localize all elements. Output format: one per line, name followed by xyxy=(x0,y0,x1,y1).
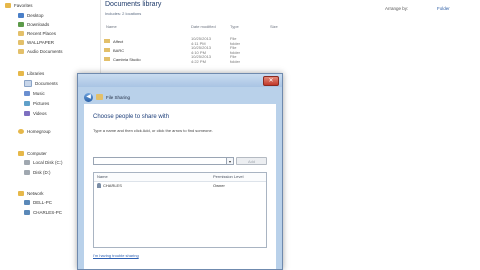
file-row[interactable]: Cambria Studio 10/25/2013 4:22 PM File f… xyxy=(104,54,240,64)
nav-favorites[interactable]: Favorites xyxy=(5,1,33,10)
star-icon xyxy=(5,3,11,8)
libraries-icon xyxy=(18,71,24,76)
column-header-name[interactable]: Name xyxy=(106,24,117,29)
nav-item-label: CHARLES-PC xyxy=(33,210,63,215)
close-icon[interactable]: ✕ xyxy=(263,76,279,86)
nav-network[interactable]: Network xyxy=(18,189,44,198)
recent-places-icon xyxy=(18,31,24,36)
disk-icon xyxy=(24,160,30,165)
arrange-by-dropdown[interactable]: Folder xyxy=(437,6,450,11)
nav-item-label: Documents xyxy=(35,81,58,86)
nav-item-label: Pictures xyxy=(33,101,50,106)
column-header-permission[interactable]: Permission Level xyxy=(213,174,243,179)
nav-item-label: Disk (D:) xyxy=(33,170,51,175)
nav-item-label: DELL-PC xyxy=(33,200,53,205)
nav-libraries-label: Libraries xyxy=(27,71,45,76)
nav-network-label: Network xyxy=(27,191,44,196)
file-type: File folder xyxy=(230,54,241,64)
pictures-icon xyxy=(24,101,30,106)
dialog-body: Choose people to share with Type a name … xyxy=(84,104,276,269)
nav-item-recent-places[interactable]: Recent Places xyxy=(18,29,56,38)
nav-item-label: Videos xyxy=(33,111,47,116)
permissions-table: Name Permission Level CHARLES Owner xyxy=(93,172,267,248)
column-header-type[interactable]: Type xyxy=(230,24,239,29)
nav-item-videos[interactable]: Videos xyxy=(24,109,47,118)
file-sharing-dialog: ✕ ◀ File Sharing Choose people to share … xyxy=(77,73,283,270)
desktop-icon xyxy=(18,13,24,18)
nav-computer-label: Computer xyxy=(27,151,47,156)
nav-item-label: Local Disk (C:) xyxy=(33,160,63,165)
column-header-date[interactable]: Date modified xyxy=(191,24,216,29)
user-name: CHARLES xyxy=(103,183,122,188)
pc-icon xyxy=(24,200,30,205)
trouble-sharing-link[interactable]: I'm having trouble sharing xyxy=(93,253,139,258)
file-name: Cambria Studio xyxy=(113,56,141,62)
library-subtitle[interactable]: Includes: 2 locations xyxy=(105,11,141,16)
music-icon xyxy=(24,91,30,96)
column-headers: Name Date modified Type Size xyxy=(100,24,300,32)
computer-icon xyxy=(18,151,24,156)
dialog-instructions: Type a name and then click Add, or click… xyxy=(93,128,213,133)
network-icon xyxy=(18,191,24,196)
nav-item-wallpaper[interactable]: WALLPAPER xyxy=(18,38,54,47)
videos-icon xyxy=(24,111,30,116)
nav-homegroup-label: Homegroup xyxy=(27,129,51,134)
permission-cell[interactable]: Owner xyxy=(213,183,225,188)
dialog-nav: ◀ File Sharing xyxy=(84,91,130,103)
nav-item-label: Desktop xyxy=(27,13,44,18)
user-cell: CHARLES xyxy=(97,183,122,188)
nav-item-music[interactable]: Music xyxy=(24,89,45,98)
nav-item-pictures[interactable]: Pictures xyxy=(24,99,49,108)
library-title: Documents library xyxy=(105,1,162,8)
permissions-table-header: Name Permission Level xyxy=(94,173,266,182)
file-sharing-icon xyxy=(96,94,103,100)
folder-icon xyxy=(104,48,110,52)
file-date: 10/25/2013 4:22 PM xyxy=(191,54,212,64)
nav-item-desktop[interactable]: Desktop xyxy=(18,11,44,20)
column-header-name[interactable]: Name xyxy=(97,174,108,179)
nav-item-dell-pc[interactable]: DELL-PC xyxy=(24,198,52,207)
nav-item-downloads[interactable]: Downloads xyxy=(18,20,49,29)
file-name: Affect xyxy=(113,38,124,44)
dialog-titlebar[interactable]: ✕ xyxy=(78,74,282,87)
add-button[interactable]: Add xyxy=(236,157,267,165)
file-row[interactable]: Affect 10/25/2013 4:11 PM File folder xyxy=(104,36,240,46)
folder-icon xyxy=(104,57,110,61)
disk-icon xyxy=(24,170,30,175)
nav-item-label: Music xyxy=(33,91,45,96)
folder-icon xyxy=(18,40,24,45)
nav-item-audio-documents[interactable]: Audio Documents xyxy=(18,47,63,56)
file-name: BARC xyxy=(113,47,125,53)
dialog-heading: Choose people to share with xyxy=(93,114,170,120)
back-arrow-icon[interactable]: ◀ xyxy=(84,92,93,102)
table-row[interactable]: CHARLES Owner xyxy=(94,182,266,190)
nav-item-local-disk[interactable]: Local Disk (C:) xyxy=(24,158,63,167)
folder-icon xyxy=(18,49,24,54)
nav-favorites-label: Favorites xyxy=(14,3,33,8)
user-icon xyxy=(97,183,101,188)
nav-libraries[interactable]: Libraries xyxy=(18,69,44,78)
nav-item-label: Downloads xyxy=(27,22,50,27)
nav-item-label: Audio Documents xyxy=(27,49,63,54)
dialog-window-title: File Sharing xyxy=(106,94,131,100)
nav-item-charles-pc[interactable]: CHARLES-PC xyxy=(24,208,62,217)
file-row[interactable]: BARC 10/25/2013 4:10 PM File folder xyxy=(104,45,240,55)
column-header-size[interactable]: Size xyxy=(270,24,278,29)
homegroup-icon xyxy=(18,129,24,134)
arrange-by-label: Arrange by: xyxy=(385,6,409,11)
nav-item-label: WALLPAPER xyxy=(27,40,55,45)
documents-icon xyxy=(24,80,32,87)
folder-icon xyxy=(104,39,110,43)
nav-homegroup[interactable]: Homegroup xyxy=(18,127,51,136)
nav-item-disk-d[interactable]: Disk (D:) xyxy=(24,168,51,177)
chevron-down-icon[interactable]: ▾ xyxy=(227,157,234,165)
nav-item-documents[interactable]: Documents xyxy=(24,79,58,88)
nav-computer[interactable]: Computer xyxy=(18,149,47,158)
downloads-icon xyxy=(18,22,24,27)
nav-item-label: Recent Places xyxy=(27,31,57,36)
share-name-input[interactable] xyxy=(93,157,227,165)
pc-icon xyxy=(24,210,30,215)
